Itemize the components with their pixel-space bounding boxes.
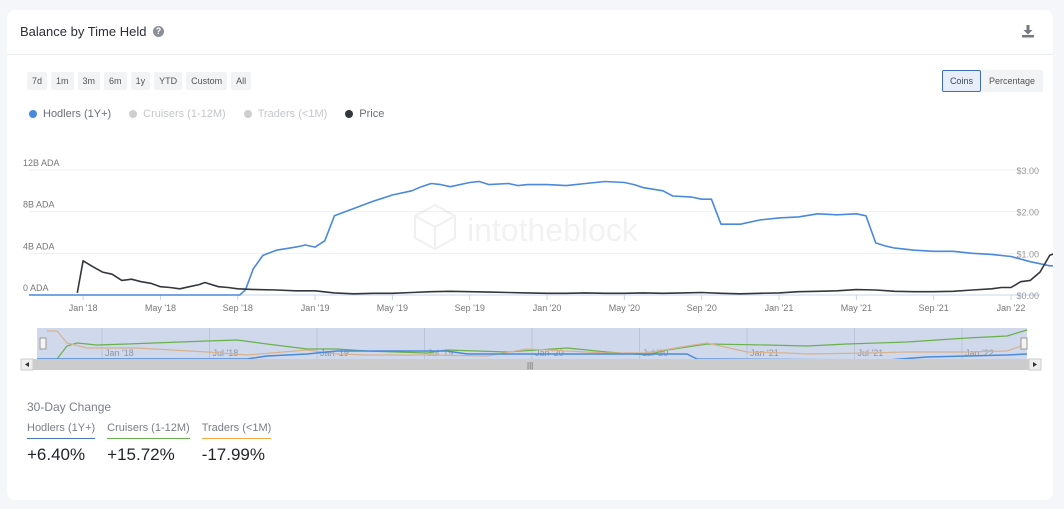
main-chart: 0 ADA 4B ADA 8B ADA 12B ADA $0.00 $1.00 $2.00 $…	[23, 158, 1053, 313]
x-tick-label: May '18	[145, 303, 176, 313]
range-button-7d[interactable]: 7d	[27, 72, 48, 90]
legend-label: Traders (<1M)	[257, 108, 328, 120]
range-button-1m[interactable]: 1m	[51, 72, 74, 90]
mode-button-percentage[interactable]: Percentage	[980, 70, 1043, 92]
x-tick-label: Jan '21	[765, 303, 794, 313]
legend-item[interactable]: Price	[345, 108, 384, 120]
card-header: Balance by Time Held ?	[7, 10, 1053, 55]
change-item: Cruisers (1-12M) +15.72%	[107, 422, 190, 465]
change-label: Hodlers (1Y+)	[27, 422, 96, 439]
legend-item[interactable]: Cruisers (1-12M)	[129, 108, 226, 120]
mode-toggle: Coins Percentage	[941, 70, 1043, 92]
download-icon[interactable]	[1021, 24, 1035, 38]
x-tick-label: May '21	[841, 303, 872, 313]
range-button-all[interactable]: All	[231, 72, 252, 90]
legend-label: Hodlers (1Y+)	[43, 108, 112, 120]
x-tick-label: May '19	[377, 303, 408, 313]
legend-item[interactable]: Hodlers (1Y+)	[29, 108, 111, 120]
legend-item[interactable]: Traders (<1M)	[243, 108, 328, 120]
range-button-6m[interactable]: 6m	[104, 72, 127, 90]
x-tick-label: Jan '19	[301, 303, 330, 313]
range-button-3m[interactable]: 3m	[77, 72, 101, 90]
change-item: Hodlers (1Y+) +6.40%	[27, 422, 96, 465]
question-circle-icon[interactable]: ?	[153, 26, 164, 37]
balance-card: Balance by Time Held ? 7d 1m 3m 6m 1y YTD Cust…	[7, 10, 1053, 500]
x-tick-label: Sep '18	[223, 303, 253, 313]
legend-dot-icon	[29, 110, 37, 118]
x-tick-label: May '20	[609, 303, 640, 313]
mode-button-coins[interactable]: Coins	[941, 70, 981, 92]
legend-dot-icon	[129, 110, 138, 118]
card-title: Balance by Time Held	[20, 24, 147, 39]
y-tick-left: 12B ADA	[23, 158, 60, 168]
x-tick-label: Sep '19	[455, 303, 485, 313]
legend-dot-icon	[345, 110, 354, 118]
chart-legend: Hodlers (1Y+) Cruisers (1-12M) Traders (<1…	[29, 108, 384, 120]
navigator[interactable]: Jan '18 Jul '18 Jan '19 Jul '19 Jan '20 Jul '…	[7, 326, 1053, 376]
y-tick-right: $1.00	[1016, 249, 1039, 259]
change-value: +15.72%	[107, 445, 175, 464]
x-tick-label: Jan '22	[997, 303, 1026, 313]
watermark: intotheblock	[467, 212, 639, 248]
y-tick-right: $3.00	[1016, 166, 1039, 176]
y-tick-right: $2.00	[1016, 208, 1039, 218]
y-tick-left: 0 ADA	[23, 283, 49, 293]
range-button-ytd[interactable]: YTD	[154, 72, 183, 90]
navigator-handle-right[interactable]	[1020, 337, 1028, 350]
range-button-custom[interactable]: Custom	[186, 72, 228, 90]
change-title: 30-Day Change	[27, 400, 112, 414]
x-tick-label: Jan '20	[533, 303, 562, 313]
x-tick-label: Jan '18	[69, 303, 98, 313]
y-tick-left: 8B ADA	[23, 200, 55, 210]
scrollbar-grip-icon: |||	[527, 361, 533, 370]
x-tick-label: Sep '21	[919, 303, 949, 313]
y-tick-left: 4B ADA	[23, 241, 55, 251]
legend-label: Cruisers (1-12M)	[143, 108, 226, 120]
change-item: Traders (<1M) -17.99%	[201, 422, 272, 465]
change-label: Cruisers (1-12M)	[107, 422, 190, 439]
range-selector: 7d 1m 3m 6m 1y YTD Custom All	[27, 72, 252, 90]
change-value: +6.40%	[27, 445, 86, 464]
x-tick-label: Sep '20	[687, 303, 717, 313]
navigator-tick: Jan '18	[105, 348, 134, 358]
legend-label: Price	[359, 108, 385, 120]
change-label: Traders (<1M)	[201, 422, 272, 439]
legend-dot-icon	[243, 110, 252, 118]
range-button-1y[interactable]: 1y	[130, 72, 151, 90]
y-tick-right: $0.00	[1016, 291, 1039, 301]
change-list: Hodlers (1Y+) +6.40% Cruisers (1-12M) +15.7…	[27, 422, 272, 465]
navigator-handle-left[interactable]	[39, 337, 47, 350]
change-value: -17.99%	[201, 445, 266, 464]
